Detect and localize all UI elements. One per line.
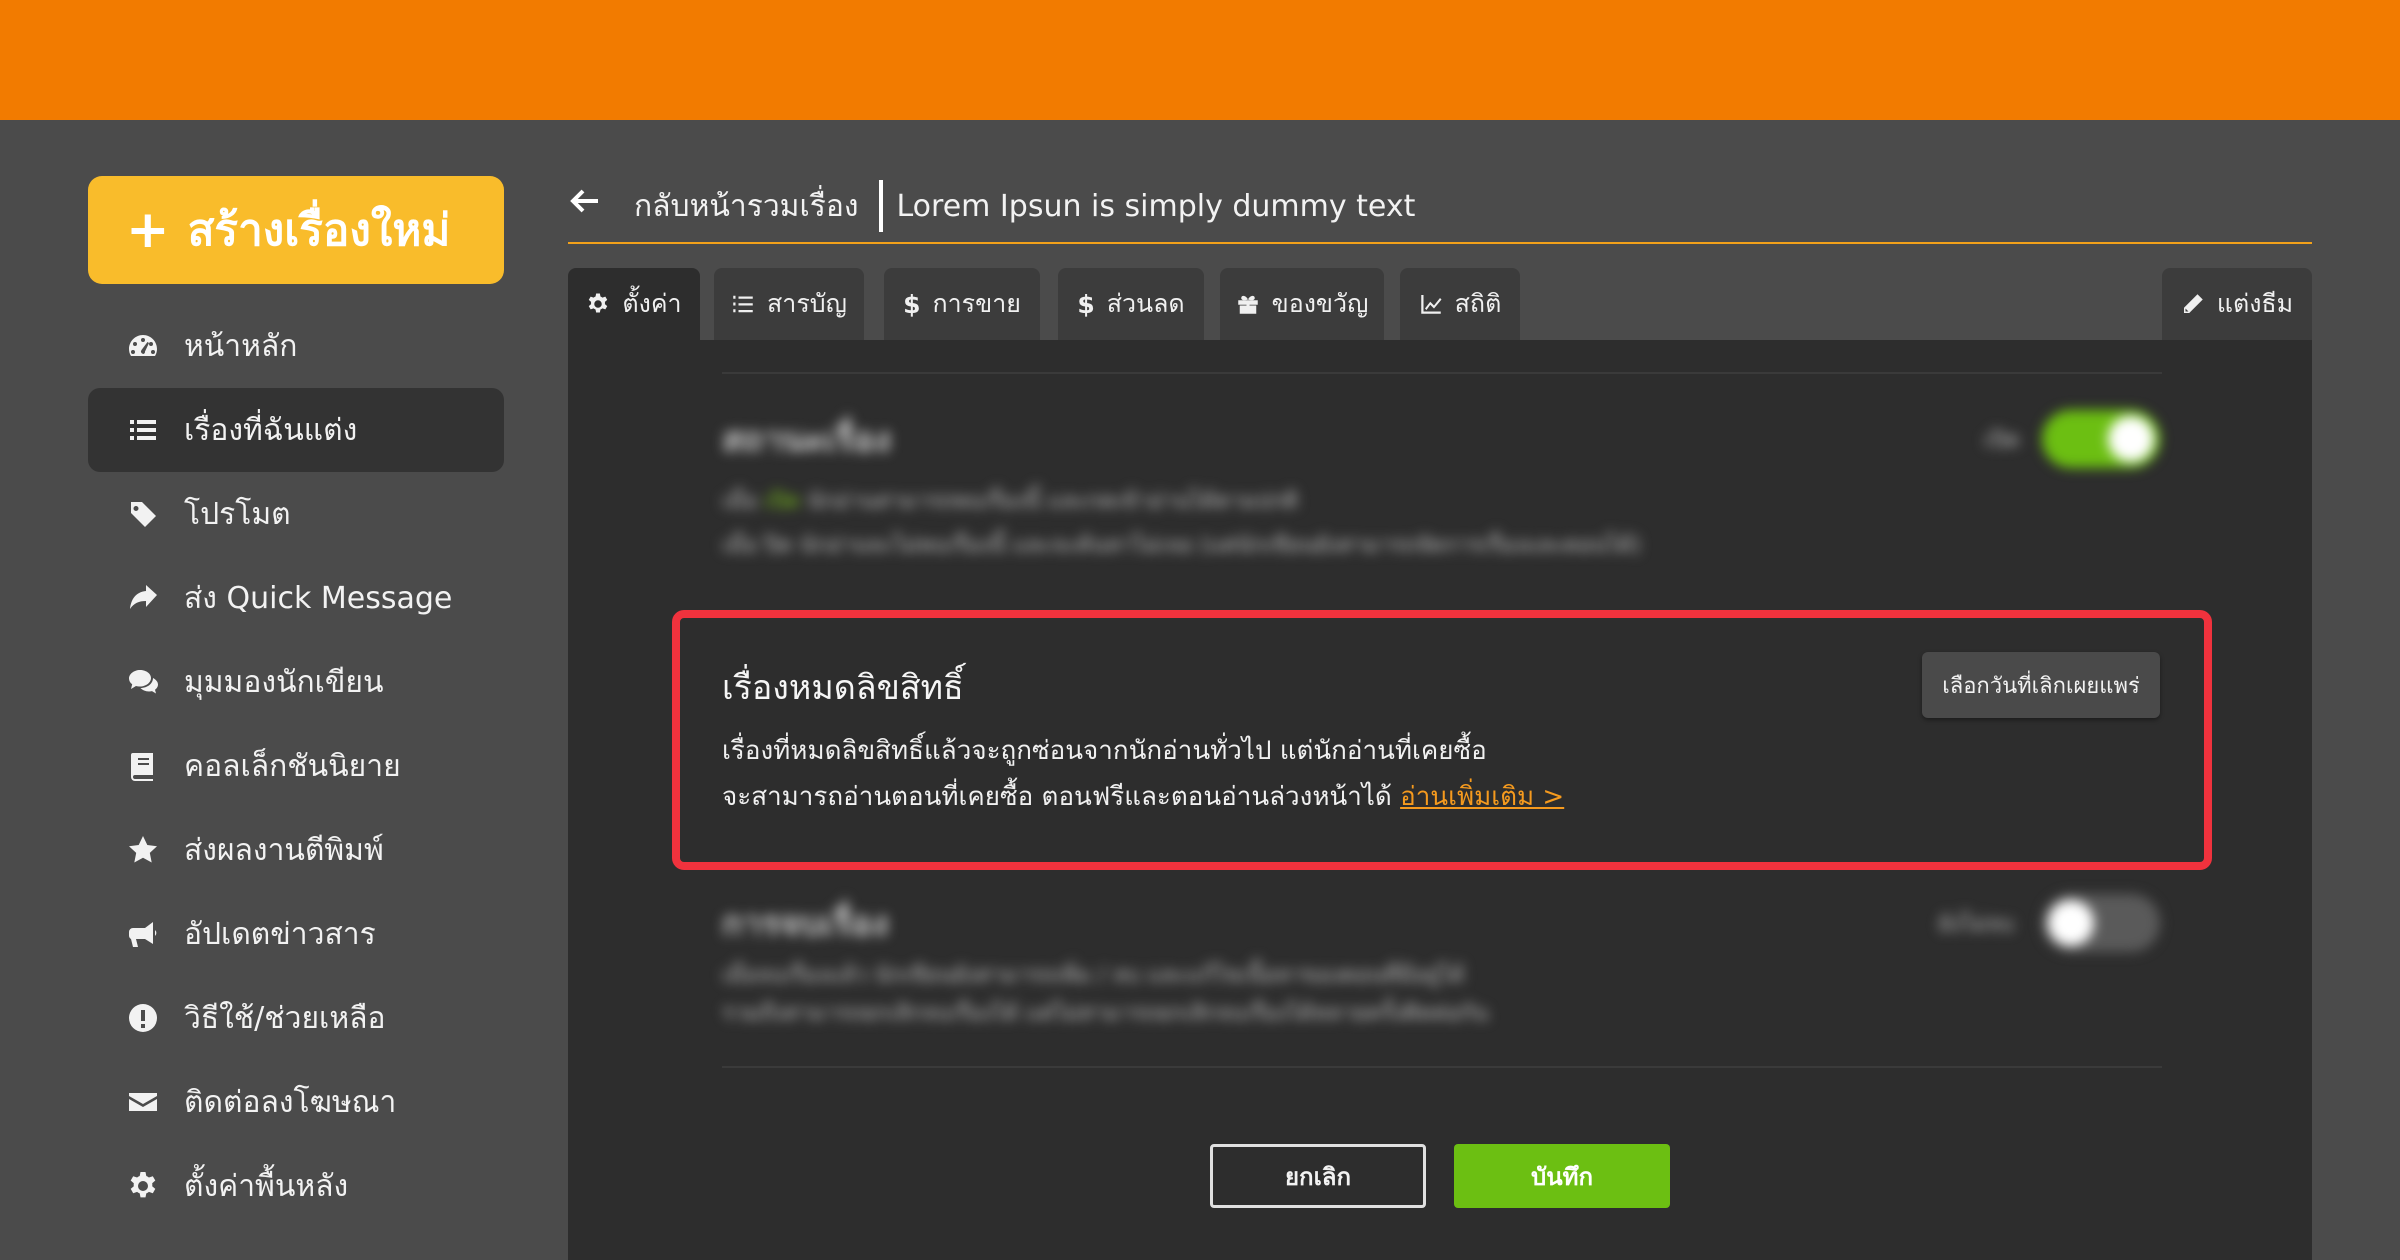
sidebar-item-label: ส่งผลงานตีพิมพ์	[184, 832, 384, 868]
tab-label: ของขวัญ	[1271, 289, 1369, 318]
comments-icon	[126, 665, 160, 699]
tab-contents[interactable]: สารบัญ	[714, 268, 864, 340]
exclamation-icon	[126, 1001, 160, 1035]
tag-icon	[126, 497, 160, 531]
ending-title: การจบเรื่อง	[722, 904, 889, 944]
sidebar-item-label: อัปเดตข่าวสาร	[184, 916, 376, 952]
story-header: กลับหน้ารวมเรื่อง Lorem Ipsun is simply …	[568, 170, 2312, 244]
sidebar-item-my-stories[interactable]: เรื่องที่ฉันแต่ง	[88, 388, 504, 472]
copyright-desc: เรื่องที่หมดลิขสิทธิ์แล้วจะถูกซ่อนจากนัก…	[722, 728, 2022, 820]
star-icon	[126, 833, 160, 867]
tab-statistics[interactable]: สถิติ	[1400, 268, 1520, 340]
tab-discount[interactable]: $ ส่วนลด	[1058, 268, 1204, 340]
chart-icon	[1419, 292, 1443, 316]
tab-label: แต่งธีม	[2216, 289, 2294, 318]
sidebar-item-news[interactable]: อัปเดตข่าวสาร	[88, 892, 504, 976]
pencil-icon	[2181, 292, 2205, 316]
status-desc-prefix: เมื่อ	[722, 489, 758, 514]
back-to-stories-link[interactable]: กลับหน้ารวมเรื่อง	[634, 183, 859, 230]
sidebar-item-quick-message[interactable]: ส่ง Quick Message	[88, 556, 504, 640]
sidebar-item-label: มุมมองนักเขียน	[184, 664, 384, 700]
sidebar-item-promote[interactable]: โปรโมต	[88, 472, 504, 556]
list-ol-icon	[731, 292, 755, 316]
gear-icon	[586, 292, 610, 316]
plus-icon: +	[126, 200, 170, 260]
megaphone-icon	[126, 917, 160, 951]
sidebar-item-writer-view[interactable]: มุมมองนักเขียน	[88, 640, 504, 724]
top-bar	[0, 0, 2400, 120]
sidebar-item-label: โปรโมต	[184, 496, 291, 532]
copyright-desc-line2-text: จะสามารถอ่านตอนที่เคยซื้อ ตอนฟรีและตอนอ่…	[722, 782, 1392, 812]
copyright-desc-line1: เรื่องที่หมดลิขสิทธิ์แล้วจะถูกซ่อนจากนัก…	[722, 736, 1487, 766]
tab-label: การขาย	[932, 289, 1021, 318]
tab-settings[interactable]: ตั้งค่า	[568, 268, 700, 340]
tab-gifts[interactable]: ของขวัญ	[1220, 268, 1384, 340]
sidebar: + สร้างเรื่องใหม่ หน้าหลัก เรื่องที่ฉันแ…	[88, 176, 504, 1228]
ending-toggle[interactable]	[2042, 894, 2160, 952]
sidebar-item-label: วิธีใช้/ช่วยเหลือ	[184, 1000, 386, 1036]
ending-desc-line2: รวมถึงสามารถยกเลิกจบเรื่องได้ แต่ไม่สามา…	[722, 1001, 1489, 1026]
sidebar-item-help[interactable]: วิธีใช้/ช่วยเหลือ	[88, 976, 504, 1060]
header-separator	[878, 180, 883, 232]
copyright-title: เรื่องหมดลิขสิทธิ์	[722, 668, 964, 708]
status-desc-line1: เมื่อ เปิด นักอ่านสามารถพบเรื่องนี้ และก…	[722, 480, 1298, 524]
read-more-link[interactable]: อ่านเพิ่มเติม >	[1400, 782, 1564, 812]
dollar-icon: $	[1077, 289, 1095, 319]
sidebar-item-advertise[interactable]: ติดต่อลงโฆษณา	[88, 1060, 504, 1144]
sidebar-item-label: หน้าหลัก	[184, 328, 298, 364]
tab-theme[interactable]: แต่งธีม	[2162, 268, 2312, 340]
gift-icon	[1236, 292, 1260, 316]
copyright-desc-line2: จะสามารถอ่านตอนที่เคยซื้อ ตอนฟรีและตอนอ่…	[722, 774, 2022, 820]
create-story-button[interactable]: + สร้างเรื่องใหม่	[88, 176, 504, 284]
back-arrow-icon[interactable]	[568, 184, 612, 228]
tab-label: ส่วนลด	[1106, 289, 1185, 318]
dashboard-icon	[126, 329, 160, 363]
dollar-icon: $	[903, 289, 921, 319]
story-tabs: ตั้งค่า สารบัญ $ การขาย $ ส่วนลด ของขวัญ…	[568, 268, 2312, 340]
pick-unpublish-date-button[interactable]: เลือกวันที่เลิกเผยแพร่	[1922, 652, 2160, 718]
status-desc-rest: นักอ่านสามารถพบเรื่องนี้ และกดเข้าอ่านได…	[807, 489, 1299, 514]
sidebar-item-label: คอลเล็กชันนิยาย	[184, 748, 401, 784]
tab-label: สารบัญ	[767, 289, 847, 318]
tab-label: สถิติ	[1454, 289, 1502, 318]
status-title: สถานะเรื่อง	[722, 420, 891, 460]
status-toggle[interactable]	[2042, 410, 2160, 468]
tab-label: ตั้งค่า	[622, 289, 682, 318]
sidebar-nav: หน้าหลัก เรื่องที่ฉันแต่ง โปรโมต ส่ง Qui…	[88, 304, 504, 1228]
save-button[interactable]: บันทึก	[1454, 1144, 1670, 1208]
sidebar-item-label: ส่ง Quick Message	[184, 580, 453, 616]
list-icon	[126, 413, 160, 447]
toggle-knob	[2048, 900, 2094, 946]
envelope-icon	[126, 1085, 160, 1119]
book-icon	[126, 749, 160, 783]
status-toggle-label: เปิด	[1984, 428, 2020, 453]
create-story-label: สร้างเรื่องใหม่	[187, 205, 451, 256]
sidebar-item-label: ตั้งค่าพื้นหลัง	[184, 1168, 349, 1204]
share-icon	[126, 581, 160, 615]
status-desc-highlight: เปิด	[764, 489, 801, 514]
status-desc-line2: เมื่อ ปิด นักอ่านจะไม่พบเรื่องนี้ และจะค…	[722, 533, 1641, 558]
gear-icon	[126, 1169, 160, 1203]
divider	[722, 1066, 2162, 1068]
sidebar-item-label: เรื่องที่ฉันแต่ง	[184, 412, 358, 448]
cancel-button[interactable]: ยกเลิก	[1210, 1144, 1426, 1208]
ending-toggle-label: ยังไม่จบ	[1938, 912, 2015, 937]
story-title: Lorem Ipsun is simply dummy text	[896, 188, 1416, 224]
divider	[722, 372, 2162, 374]
toggle-knob	[2108, 416, 2154, 462]
sidebar-item-label: ติดต่อลงโฆษณา	[184, 1084, 397, 1120]
sidebar-item-background[interactable]: ตั้งค่าพื้นหลัง	[88, 1144, 504, 1228]
sidebar-item-home[interactable]: หน้าหลัก	[88, 304, 504, 388]
sidebar-item-publish[interactable]: ส่งผลงานตีพิมพ์	[88, 808, 504, 892]
tab-sales[interactable]: $ การขาย	[884, 268, 1040, 340]
sidebar-item-collection[interactable]: คอลเล็กชันนิยาย	[88, 724, 504, 808]
